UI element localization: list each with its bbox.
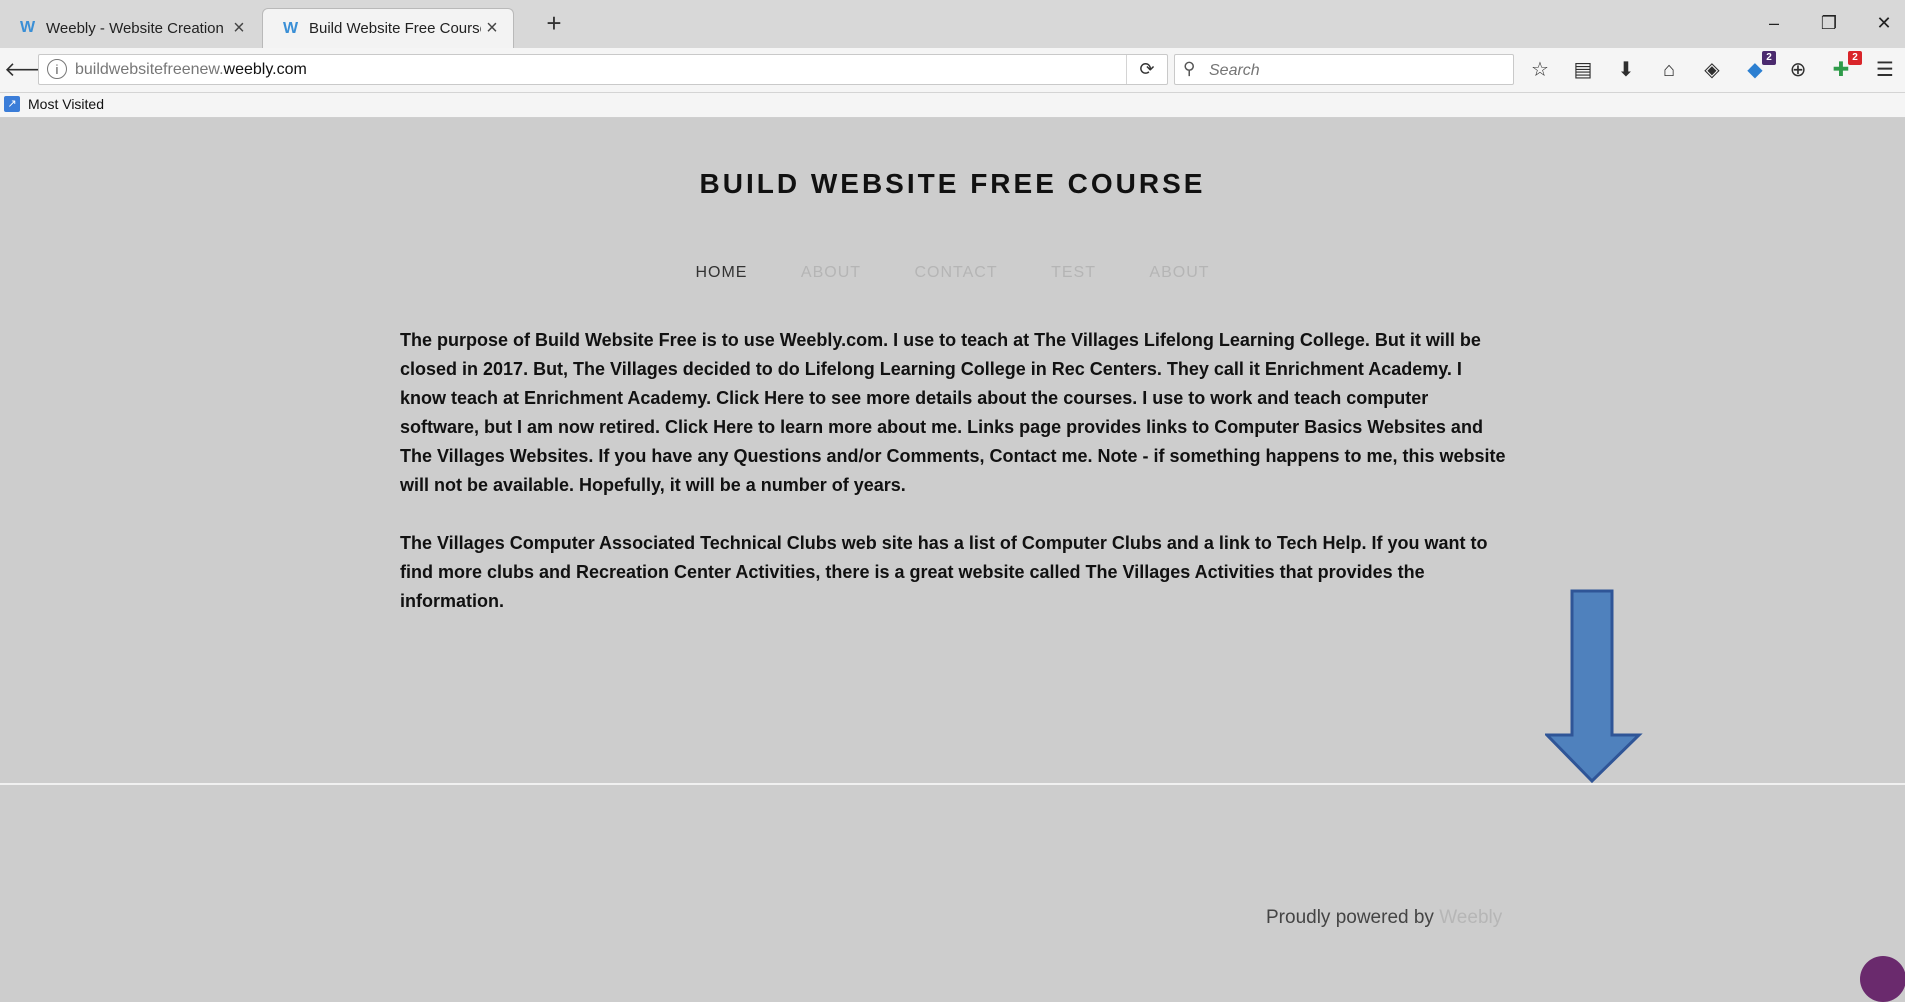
intro-paragraph: The purpose of Build Website Free is to … [400,330,1506,495]
extension-icon[interactable]: ✚ 2 [1828,51,1862,83]
footer-divider [0,783,1905,785]
basket-icon[interactable]: ⊕ [1785,57,1811,83]
down-arrow-annotation [1545,589,1643,784]
main-content: The purpose of Build Website Free is to … [400,326,1510,645]
reading-list-icon[interactable]: ▤ [1570,57,1596,83]
weebly-link[interactable]: Weebly [1439,907,1502,928]
tab-title: Weebly - Website Creation M [46,19,228,37]
close-icon[interactable]: × [481,17,503,40]
close-icon[interactable]: × [228,17,250,40]
tab-weebly[interactable]: W Weebly - Website Creation M × [0,8,260,48]
back-arrow-icon[interactable]: 🡐 [4,57,58,83]
reload-icon[interactable]: ⟳ [1126,55,1167,84]
nav-home[interactable]: HOME [695,264,747,282]
search-bar[interactable]: ⚲ [1174,54,1514,85]
page-content: BUILD WEBSITE FREE COURSE HOME ABOUT CON… [0,118,1905,1002]
bookmark-most-visited[interactable]: ↗ Most Visited [4,96,104,112]
footer: Proudly powered by Weebly [1266,907,1502,929]
restore-icon[interactable]: ❐ [1809,10,1849,36]
notification-extension-icon[interactable]: ◆ 2 [1742,51,1776,83]
chat-bubble-icon[interactable] [1860,956,1905,1002]
hamburger-menu-icon[interactable]: ☰ [1872,57,1898,83]
search-input[interactable] [1207,59,1501,83]
weebly-logo-icon: W [283,19,299,37]
notification-badge: 2 [1762,51,1776,65]
clubs-paragraph: The Villages Computer Associated Technic… [400,533,1488,611]
bookmarks-toolbar: ↗ Most Visited [0,93,1905,118]
info-icon[interactable]: i [47,59,67,79]
window-close-icon[interactable]: ✕ [1864,10,1904,36]
site-navigation: HOME ABOUT CONTACT TEST ABOUT [0,264,1905,282]
tab-bar: W Weebly - Website Creation M × W Build … [0,0,1905,49]
download-icon[interactable]: ⬇ [1613,57,1639,83]
weebly-logo-icon: W [20,19,36,36]
tab-title: Build Website Free Course - [309,20,481,37]
bookmark-label: Most Visited [28,96,104,112]
footer-text: Proudly powered by [1266,907,1440,928]
home-icon[interactable]: ⌂ [1656,57,1682,83]
extension-badge: 2 [1848,51,1862,65]
down-arrow-shape [1545,589,1643,784]
nav-about-2[interactable]: ABOUT [1149,264,1209,282]
pocket-icon[interactable]: ◈ [1699,57,1725,83]
bookmark-star-icon[interactable]: ☆ [1527,57,1553,83]
search-icon: ⚲ [1183,59,1196,78]
navigation-toolbar: 🡐 i buildwebsitefreenew.weebly.com ⟳ ⚲ ☆… [0,48,1905,93]
nav-about[interactable]: ABOUT [801,264,861,282]
url-bar[interactable]: i buildwebsitefreenew.weebly.com ⟳ [38,54,1168,85]
url-text[interactable]: buildwebsitefreenew.weebly.com [75,61,307,79]
nav-test[interactable]: TEST [1051,264,1096,282]
minimize-icon[interactable]: – [1754,10,1794,36]
tab-build-website[interactable]: W Build Website Free Course - × [262,8,514,48]
nav-contact[interactable]: CONTACT [914,264,997,282]
site-title[interactable]: BUILD WEBSITE FREE COURSE [0,168,1905,200]
new-tab-button[interactable]: + [540,10,568,38]
bookmark-folder-icon: ↗ [4,96,20,112]
